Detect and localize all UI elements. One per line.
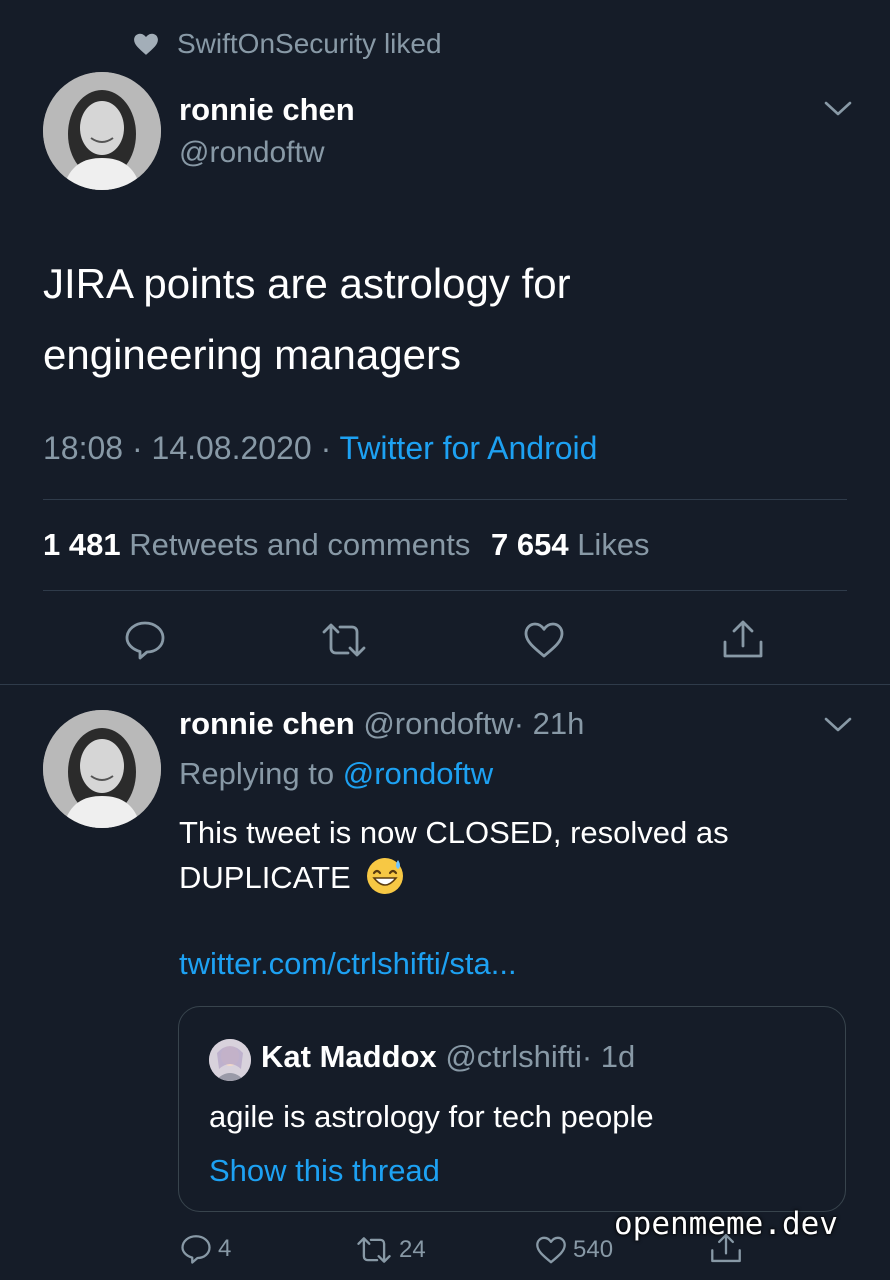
- reply-icon: [125, 621, 165, 660]
- reply-reply-button[interactable]: 4: [180, 1234, 231, 1264]
- heart-outline-icon: [536, 1236, 566, 1264]
- reply-text-duplicate: DUPLICATE: [179, 860, 351, 895]
- show-thread-link[interactable]: Show this thread: [209, 1153, 440, 1189]
- likes-label: Likes: [577, 527, 650, 562]
- divider: [0, 684, 890, 685]
- chevron-down-icon[interactable]: [824, 100, 852, 118]
- replies-count: 4: [218, 1235, 232, 1262]
- reply-likes-count: 540: [573, 1236, 614, 1263]
- tweet-text-line: JIRA points are astrology for: [43, 260, 571, 307]
- like-button[interactable]: [523, 621, 565, 664]
- author-name[interactable]: ronnie chen: [179, 92, 355, 128]
- quote-text: agile is astrology for tech people: [209, 1099, 654, 1134]
- reply-time: · 21h: [513, 706, 585, 741]
- replying-prefix: Replying to: [179, 756, 335, 791]
- likes-count: 7 654: [490, 527, 569, 562]
- avatar[interactable]: [43, 72, 161, 190]
- tweet-source-link[interactable]: Twitter for Android: [340, 430, 598, 466]
- reply-author-name[interactable]: ronnie chen: [179, 706, 355, 741]
- quote-author-handle: @ctrlshifti: [445, 1039, 582, 1074]
- reply-retweets-count: 24: [399, 1236, 426, 1263]
- meta-separator: ·: [320, 430, 332, 466]
- reply-text-line-2: DUPLICATE: [179, 855, 729, 900]
- meta-separator: ·: [131, 430, 143, 466]
- reply-icon: [181, 1235, 211, 1264]
- retweet-button[interactable]: [320, 622, 368, 663]
- reply-avatar[interactable]: [43, 710, 161, 828]
- retweets-count: 1 481: [43, 527, 121, 562]
- reply-text-line: This tweet is now CLOSED, resolved as: [179, 815, 729, 850]
- heart-icon: [133, 32, 159, 56]
- reply-chevron-down-icon[interactable]: [824, 716, 852, 734]
- tweet-time: 18:08: [43, 430, 124, 466]
- quote-time: · 1d: [581, 1039, 636, 1074]
- sweat-smile-emoji: [365, 856, 405, 896]
- retweets-stat[interactable]: 1 481 Retweets and comments: [43, 527, 479, 562]
- quoted-tweet-card[interactable]: Kat Maddox @ctrlshifti· 1d agile is astr…: [178, 1006, 846, 1212]
- replying-handle-link[interactable]: @rondoftw: [343, 756, 493, 791]
- quote-author-name: Kat Maddox: [261, 1039, 437, 1074]
- tweet-meta: 18:08 · 14.08.2020 · Twitter for Android: [43, 430, 597, 467]
- tweet-text: JIRA points are astrology for engineerin…: [43, 248, 571, 390]
- reply-header: ronnie chen @rondoftw· 21h: [179, 706, 584, 742]
- heart-outline-icon: [524, 622, 564, 658]
- share-icon: [723, 620, 763, 658]
- author-handle[interactable]: @rondoftw: [179, 136, 325, 170]
- quote-avatar[interactable]: [209, 1039, 251, 1081]
- divider: [43, 499, 847, 500]
- share-button[interactable]: [722, 618, 764, 665]
- tweet-date: 14.08.2020: [151, 430, 312, 466]
- retweet-icon: [357, 1237, 391, 1263]
- divider: [43, 590, 847, 591]
- reply-link[interactable]: twitter.com/ctrlshifti/sta...: [179, 946, 517, 982]
- liked-banner[interactable]: SwiftOnSecurity liked: [133, 28, 442, 60]
- reply-author-handle[interactable]: @rondoftw: [363, 706, 513, 741]
- liked-banner-text: SwiftOnSecurity liked: [177, 28, 442, 59]
- tweet-text-line: engineering managers: [43, 331, 461, 378]
- reply-text: This tweet is now CLOSED, resolved as DU…: [179, 810, 729, 900]
- quote-header: Kat Maddox @ctrlshifti· 1d: [261, 1039, 635, 1075]
- retweets-label: Retweets and comments: [129, 527, 471, 562]
- replying-to: Replying to @rondoftw: [179, 756, 493, 792]
- reply-like-button[interactable]: 540: [535, 1235, 613, 1265]
- tweet-stats: 1 481 Retweets and comments 7 654 Likes: [43, 527, 650, 563]
- retweet-icon: [322, 623, 366, 657]
- reply-button[interactable]: [124, 620, 166, 665]
- likes-stat[interactable]: 7 654 Likes: [491, 527, 650, 562]
- watermark: openmeme.dev: [614, 1206, 838, 1242]
- reply-retweet-button[interactable]: 24: [355, 1236, 426, 1264]
